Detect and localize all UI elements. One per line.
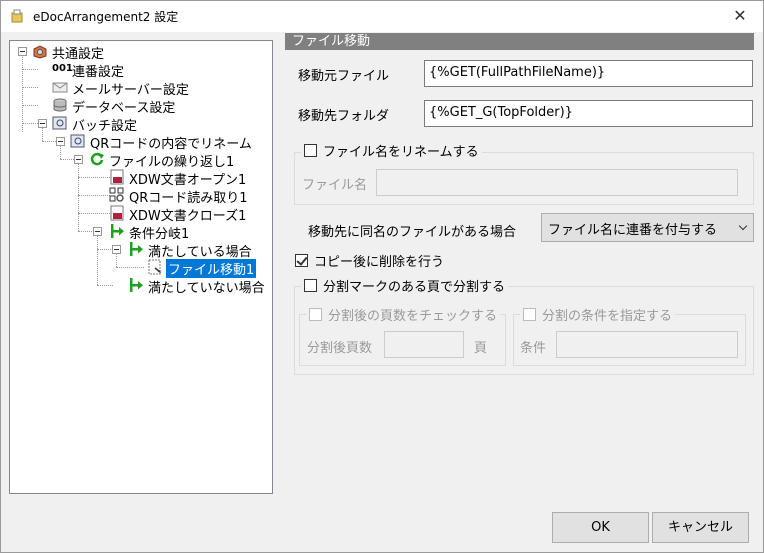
close-button[interactable]: ✕ xyxy=(717,1,763,32)
filename-label: ファイル名 xyxy=(302,178,368,193)
cancel-button[interactable]: キャンセル xyxy=(652,512,749,543)
tree-item-satisfied[interactable]: 満たしている場合 xyxy=(10,240,272,260)
delete-after-copy-label: コピー後に削除を行う xyxy=(314,255,445,270)
collapse-icon[interactable] xyxy=(112,245,121,254)
tree-item-database[interactable]: データベース設定 xyxy=(10,96,230,116)
window-title: eDocArrangement2 設定 xyxy=(33,10,179,24)
specify-condition-label: 分割の条件を指定する xyxy=(542,309,673,324)
source-file-label: 移動元ファイル xyxy=(298,69,390,84)
rename-checkbox[interactable]: ファイル名をリネームする xyxy=(301,141,482,160)
serial-number-icon: 001 xyxy=(52,63,73,74)
tree-item-xdw-close[interactable]: XDW文書クローズ1 xyxy=(10,204,260,224)
tree-item-loop[interactable]: ファイルの繰り返し1 xyxy=(10,150,260,170)
settings-dialog: eDocArrangement2 設定 ✕ 共通設定 001 連番設定 メールサ… xyxy=(0,0,764,553)
gear-box-icon xyxy=(33,45,47,59)
collapse-icon[interactable] xyxy=(56,137,65,146)
specify-condition-checkbox[interactable]: 分割の条件を指定する xyxy=(520,305,676,324)
document-icon xyxy=(110,205,124,221)
file-move-icon xyxy=(148,259,161,275)
title-bar: eDocArrangement2 設定 ✕ xyxy=(1,1,763,32)
loop-icon xyxy=(90,152,104,166)
envelope-icon xyxy=(52,82,68,93)
tree-item-file-move[interactable]: ファイル移動1 xyxy=(10,258,272,278)
checkbox-icon[interactable] xyxy=(304,144,317,157)
branch-arrow-icon xyxy=(130,242,143,256)
branch-arrow-icon xyxy=(130,278,143,292)
section-header: ファイル移動 xyxy=(285,33,754,50)
pages-label: 分割後頁数 xyxy=(307,341,373,356)
split-mark-checkbox[interactable]: 分割マークのある頁で分割する xyxy=(301,276,509,295)
same-name-select[interactable]: ファイル名に連番を付与する xyxy=(541,213,754,242)
batch-icon xyxy=(52,116,67,130)
checkbox-icon[interactable] xyxy=(304,279,317,292)
branch-arrow-icon xyxy=(111,224,124,238)
condition-label: 条件 xyxy=(520,341,547,356)
tree-item-batch[interactable]: バッチ設定 xyxy=(10,114,230,134)
checkbox-checked-icon[interactable] xyxy=(295,254,308,267)
delete-after-copy-checkbox[interactable]: コピー後に削除を行う xyxy=(295,251,444,270)
collapse-icon[interactable] xyxy=(93,227,102,236)
source-file-input[interactable]: {%GET(FullPathFileName)} xyxy=(424,60,753,87)
chevron-down-icon xyxy=(738,221,748,231)
collapse-icon[interactable] xyxy=(74,155,83,164)
pages-unit: 頁 xyxy=(474,341,488,356)
tree-item-mail[interactable]: メールサーバー設定 xyxy=(10,78,230,98)
same-name-selected: ファイル名に連番を付与する xyxy=(548,223,718,238)
collapse-icon[interactable] xyxy=(18,47,27,56)
dest-folder-input[interactable]: {%GET_G(TopFolder)} xyxy=(424,100,753,127)
split-mark-label: 分割マークのある頁で分割する xyxy=(323,280,506,295)
dest-folder-label: 移動先フォルダ xyxy=(298,109,390,124)
pages-input[interactable] xyxy=(384,331,464,358)
check-pages-label: 分割後の頁数をチェックする xyxy=(328,309,498,324)
condition-input[interactable] xyxy=(556,331,738,358)
batch-icon xyxy=(70,134,85,148)
checkbox-icon[interactable] xyxy=(523,308,536,321)
filename-input[interactable] xyxy=(376,169,738,196)
tree-item-common[interactable]: 共通設定 xyxy=(10,42,210,62)
tree-item-label: 満たしていない場合 xyxy=(148,281,265,296)
rename-checkbox-label: ファイル名をリネームする xyxy=(323,145,479,160)
tree-item-serial[interactable]: 001 連番設定 xyxy=(10,60,210,80)
tree-item-qr-rename[interactable]: QRコードの内容でリネーム xyxy=(10,132,272,152)
same-name-label: 移動先に同名のファイルがある場合 xyxy=(308,225,517,240)
tree-item-qr-read[interactable]: QRコード読み取り1 xyxy=(10,186,260,206)
check-pages-checkbox[interactable]: 分割後の頁数をチェックする xyxy=(306,305,501,324)
tree-item-not-satisfied[interactable]: 満たしていない場合 xyxy=(10,276,272,296)
collapse-icon[interactable] xyxy=(38,119,47,128)
settings-tree[interactable]: 共通設定 001 連番設定 メールサーバー設定 データベース設定 バッチ設定 Q… xyxy=(9,40,273,494)
tree-item-xdw-open[interactable]: XDW文書オープン1 xyxy=(10,168,260,188)
tree-item-branch[interactable]: 条件分岐1 xyxy=(10,222,260,242)
database-icon xyxy=(53,98,67,112)
app-icon xyxy=(11,9,23,23)
document-icon xyxy=(110,169,124,185)
checkbox-icon[interactable] xyxy=(309,308,322,321)
qr-code-icon xyxy=(109,187,124,202)
ok-button[interactable]: OK xyxy=(552,512,649,543)
